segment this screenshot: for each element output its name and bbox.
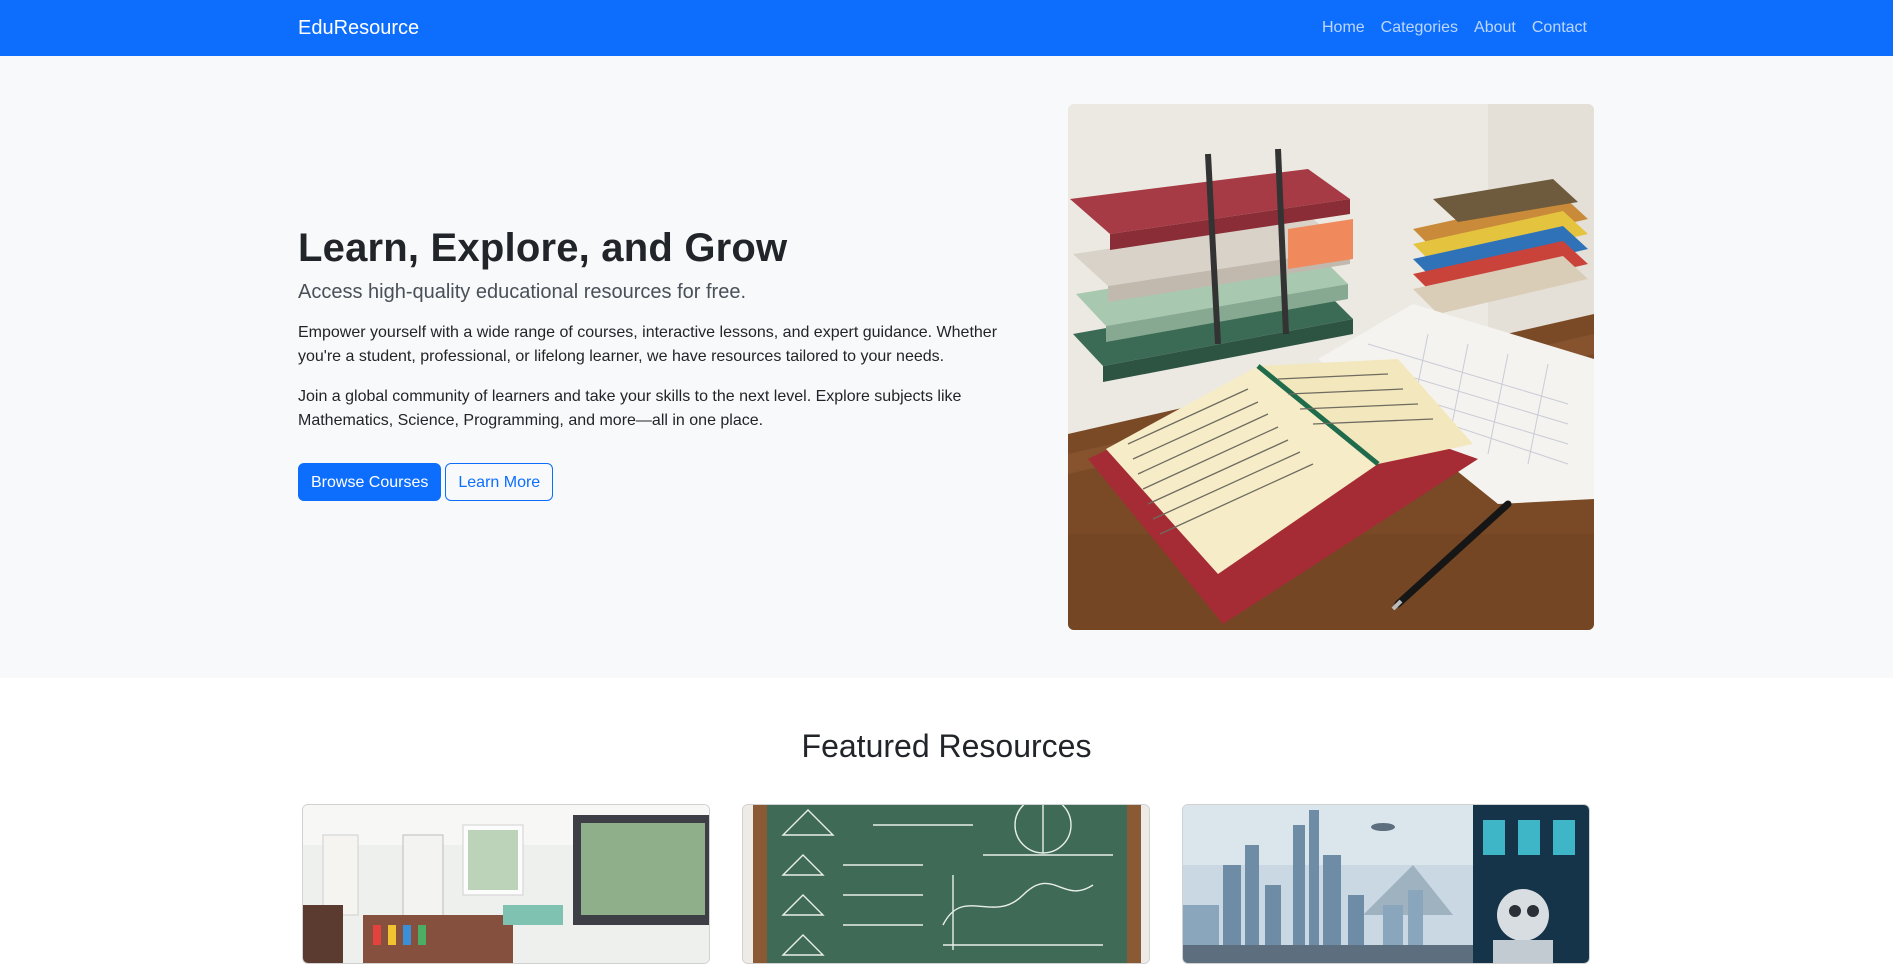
hero-buttons: Browse Courses Learn More — [298, 463, 1043, 501]
hero-subtitle: Access high-quality educational resource… — [298, 281, 747, 303]
brand-logo[interactable]: EduResource — [298, 16, 419, 40]
nav-link-about[interactable]: About — [1474, 17, 1516, 39]
design-desk-image — [303, 805, 709, 963]
hero-text: Learn, Explore, and Grow Access high-qua… — [298, 223, 1043, 501]
hero-paragraph-2: Join a global community of learners and … — [298, 388, 962, 429]
nav-link-home[interactable]: Home — [1322, 17, 1365, 39]
hero-paragraph-1: Empower yourself with a wide range of co… — [298, 324, 998, 365]
browse-courses-button[interactable]: Browse Courses — [298, 463, 442, 501]
futuristic-city-image — [1183, 805, 1589, 963]
nav-link-contact[interactable]: Contact — [1532, 17, 1587, 39]
nav-link-categories[interactable]: Categories — [1381, 17, 1458, 39]
featured-resources-title: Featured Resources — [801, 728, 1092, 764]
featured-card-design[interactable] — [302, 804, 710, 964]
navbar: EduResource Home Categories About Contac… — [0, 0, 1893, 56]
featured-card-technology[interactable] — [1182, 804, 1590, 964]
chalkboard-math-image — [743, 805, 1149, 963]
hero-section: Learn, Explore, and Grow Access high-qua… — [0, 56, 1893, 678]
hero-title: Learn, Explore, and Grow — [298, 226, 788, 270]
nav-links: Home Categories About Contact — [1306, 17, 1587, 39]
hero-books-image — [1068, 104, 1594, 630]
learn-more-button[interactable]: Learn More — [445, 463, 554, 501]
featured-card-mathematics[interactable] — [742, 804, 1150, 964]
books-illustration — [1068, 104, 1594, 630]
